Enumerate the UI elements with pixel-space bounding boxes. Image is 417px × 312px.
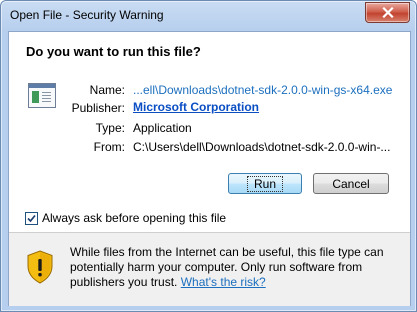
cancel-button[interactable]: Cancel bbox=[313, 173, 389, 194]
warning-shield-icon bbox=[27, 250, 53, 284]
name-label: Name: bbox=[89, 83, 125, 97]
publisher-link[interactable]: Microsoft Corporation bbox=[133, 100, 259, 114]
always-ask-option[interactable]: Always ask before opening this file bbox=[25, 211, 226, 225]
cancel-button-label: Cancel bbox=[332, 176, 370, 191]
checkmark-icon bbox=[27, 214, 36, 222]
dialog-body: Do you want to run this file? Name: ...e… bbox=[8, 31, 411, 306]
whats-the-risk-link[interactable]: What's the risk? bbox=[181, 275, 266, 289]
from-label: From: bbox=[93, 140, 125, 154]
run-button[interactable]: Run bbox=[228, 173, 302, 194]
file-name-link[interactable]: ...ell\Downloads\dotnet-sdk-2.0.0-win-gs… bbox=[133, 83, 392, 97]
warning-message: While files from the Internet can be use… bbox=[70, 245, 395, 290]
dialog-question: Do you want to run this file? bbox=[26, 44, 201, 59]
always-ask-checkbox[interactable] bbox=[25, 211, 38, 225]
always-ask-label: Always ask before opening this file bbox=[42, 211, 227, 225]
title-bar[interactable]: Open File - Security Warning bbox=[1, 1, 416, 31]
from-value: C:\Users\dell\Downloads\dotnet-sdk-2.0.0… bbox=[133, 140, 391, 154]
security-warning-dialog: Open File - Security Warning Do you want… bbox=[0, 0, 417, 312]
publisher-label: Publisher: bbox=[71, 101, 125, 115]
warning-panel: While files from the Internet can be use… bbox=[9, 232, 410, 306]
run-button-label: Run bbox=[246, 175, 283, 192]
file-info-panel: Do you want to run this file? Name: ...e… bbox=[9, 32, 410, 232]
close-icon bbox=[381, 7, 394, 18]
type-label: Type: bbox=[95, 121, 125, 135]
executable-file-icon bbox=[28, 83, 56, 108]
window-title: Open File - Security Warning bbox=[10, 8, 164, 22]
type-value: Application bbox=[133, 121, 192, 135]
close-button[interactable] bbox=[365, 2, 410, 23]
